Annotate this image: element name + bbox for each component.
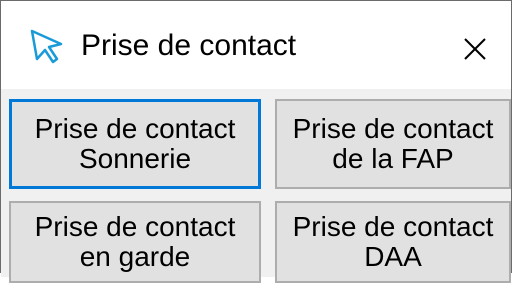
button-label-line1: Prise de contact (34, 113, 236, 144)
button-panel: Prise de contact Sonnerie Prise de conta… (1, 89, 511, 283)
button-label-line2: DAA (364, 241, 422, 272)
cursor-arrow-icon (27, 27, 67, 67)
close-button[interactable] (457, 31, 493, 67)
button-label-line1: Prise de contact (292, 113, 494, 144)
button-label-line2: en garde (79, 241, 191, 272)
close-icon (464, 38, 486, 60)
dialog-window: Prise de contact Prise de contact Sonner… (0, 0, 512, 283)
button-label-line1: Prise de contact (34, 211, 236, 242)
window-title: Prise de contact (81, 29, 297, 62)
button-label-line2: Sonnerie (78, 143, 192, 174)
prise-de-contact-daa-button[interactable]: Prise de contact DAA (275, 201, 511, 283)
prise-de-contact-en-garde-button[interactable]: Prise de contact en garde (9, 201, 261, 283)
title-bar: Prise de contact (1, 1, 511, 89)
button-label-line1: Prise de contact (292, 211, 494, 242)
prise-de-contact-fap-button[interactable]: Prise de contact de la FAP (275, 99, 511, 189)
button-label-line2: de la FAP (332, 143, 454, 174)
prise-de-contact-sonnerie-button[interactable]: Prise de contact Sonnerie (9, 99, 261, 189)
